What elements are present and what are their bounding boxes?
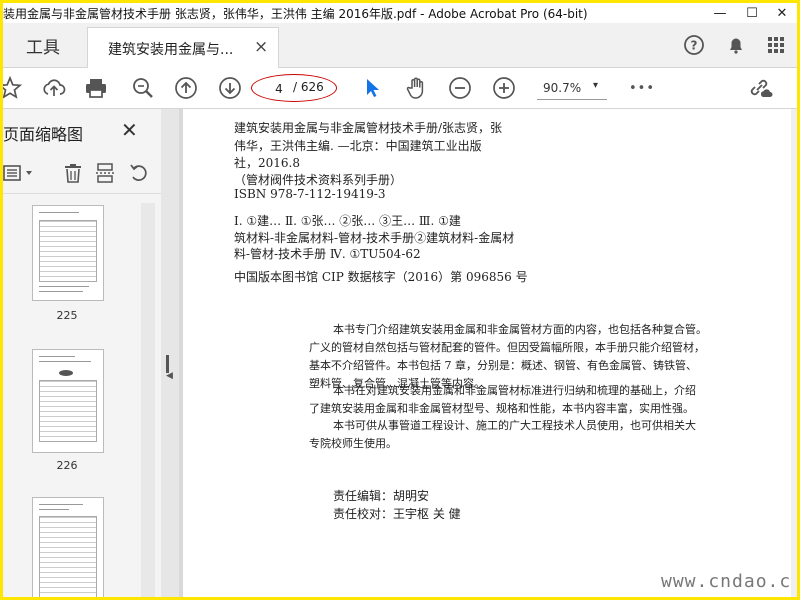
panel-close-button[interactable]: ✕	[121, 118, 138, 142]
page-thumbnail[interactable]	[32, 497, 104, 597]
description-line: 本书可供从事管道工程设计、施工的广大工程技术人员使用，也可供相关大	[333, 419, 696, 432]
select-cursor-icon[interactable]	[359, 75, 385, 101]
description-line: 基本不介绍管件。本书包括 7 章，分别是：概述、钢管、有色金属管、铸铁管、	[309, 359, 697, 372]
toolbar: / 626 90.7% ▾ •••	[3, 68, 797, 109]
thumbnail-options-icon[interactable]	[3, 161, 39, 185]
thumbnail-page-number: 226	[56, 459, 78, 472]
trash-icon[interactable]	[61, 161, 85, 185]
page-thumbnail[interactable]	[32, 349, 104, 453]
pdf-page: 建筑安装用金属与非金属管材技术手册/张志贤，张 伟华，王洪伟主编. —北京：中国…	[183, 109, 797, 597]
rotate-icon[interactable]	[127, 161, 151, 185]
acrobat-window: 装用金属与非金属管材技术手册 张志贤，张伟华，王洪伟 主编 2016年版.pdf…	[3, 3, 797, 597]
share-link-icon[interactable]	[747, 75, 773, 101]
cip-line: Ⅰ. ①建… Ⅱ. ①张… ②张… ③王… Ⅲ. ①建	[234, 214, 461, 228]
title-bar: 装用金属与非金属管材技术手册 张志贤，张伟华，王洪伟 主编 2016年版.pdf…	[3, 3, 797, 23]
description-line: 本书专门介绍建筑安装用金属和非金属管材方面的内容，也包括各种复合管。	[333, 323, 707, 336]
insert-page-icon[interactable]	[93, 161, 117, 185]
panel-title: 页面缩略图	[3, 125, 84, 144]
description-line: 广义的管材自然包括与管材配套的管件。但因受篇幅所限，本手册只能介绍管材，	[309, 341, 705, 354]
description-line: 本书在对建筑安装用金属和非金属管材标准进行归纳和梳理的基础上，介绍	[333, 384, 696, 397]
cip-line: ISBN 978-7-112-19419-3	[234, 187, 386, 201]
page-number-input[interactable]	[267, 80, 291, 98]
collapse-arrow-icon[interactable]: ◀	[166, 371, 173, 381]
notifications-bell-icon[interactable]	[723, 32, 749, 58]
maximize-button[interactable]: ☐	[737, 3, 767, 23]
zoom-level-dropdown[interactable]: 90.7% ▾	[537, 79, 607, 100]
responsible-proofreader: 责任校对：王宇枢 关 健	[333, 507, 461, 521]
doc-tab-close-button[interactable]: ×	[254, 37, 268, 57]
more-tools-button[interactable]: •••	[629, 75, 655, 101]
cip-line: 建筑安装用金属与非金属管材技术手册/张志贤，张	[234, 121, 503, 135]
chevron-down-icon: ▾	[593, 80, 599, 91]
zoom-out-icon[interactable]	[447, 75, 473, 101]
description-line: 了建筑安装用金属和非金属管材型号、规格和性能，本书内容丰富，实用性强。	[309, 402, 694, 415]
cip-line: 社，2016.8	[234, 156, 300, 170]
zoom-search-icon[interactable]	[130, 75, 156, 101]
zoom-value: 90.7%	[543, 81, 582, 95]
window-title: 装用金属与非金属管材技术手册 张志贤，张伟华，王洪伟 主编 2016年版.pdf…	[3, 7, 588, 21]
panel-toolbar	[3, 153, 161, 194]
page-total: / 626	[293, 80, 324, 94]
tab-document[interactable]: 建筑安装用金属与... ×	[87, 27, 279, 68]
cip-line: 筑材料-非金属材料-管材-技术手册②建筑材料-金属材	[234, 231, 515, 245]
apps-grid-icon[interactable]	[763, 32, 789, 58]
thumbnail-page-number: 225	[56, 309, 78, 322]
page-thumbnail[interactable]	[32, 205, 104, 301]
page-thumbnails-panel: 页面缩略图 ✕ 225 226	[3, 109, 162, 597]
responsible-editor: 责任编辑：胡明安	[333, 489, 430, 503]
help-icon[interactable]: ?	[681, 32, 707, 58]
panel-splitter[interactable]: ◀	[161, 109, 180, 597]
cloud-upload-icon[interactable]	[41, 75, 67, 101]
hand-tool-icon[interactable]	[403, 75, 429, 101]
print-icon[interactable]	[83, 75, 109, 101]
minimize-button[interactable]: —	[705, 3, 735, 23]
document-view: 建筑安装用金属与非金属管材技术手册/张志贤，张 伟华，王洪伟主编. —北京：中国…	[179, 109, 797, 597]
cip-line: 中国版本图书馆 CIP 数据核字（2016）第 096856 号	[234, 270, 528, 284]
document-scrollbar[interactable]	[791, 109, 797, 597]
bookmark-star-icon[interactable]	[3, 75, 23, 101]
thumbnail-scrollbar[interactable]	[141, 203, 155, 597]
tab-tools[interactable]: 工具	[3, 23, 83, 67]
zoom-in-icon[interactable]	[491, 75, 517, 101]
tab-row: 工具 建筑安装用金属与... × ?	[3, 23, 797, 68]
description-line: 专院校师生使用。	[309, 437, 397, 450]
cip-line: 伟华，王洪伟主编. —北京：中国建筑工业出版	[234, 139, 482, 153]
previous-page-icon[interactable]	[173, 75, 199, 101]
cip-line: （管材阀件技术资料系列手册）	[234, 173, 403, 187]
cip-line: 料-管材-技术手册 Ⅳ. ①TU504-62	[234, 247, 421, 261]
svg-text:?: ?	[691, 39, 698, 53]
site-watermark: www.cndao.com	[661, 571, 797, 592]
doc-tab-label: 建筑安装用金属与...	[108, 42, 234, 58]
close-window-button[interactable]: ✕	[767, 3, 797, 23]
next-page-icon[interactable]	[217, 75, 243, 101]
